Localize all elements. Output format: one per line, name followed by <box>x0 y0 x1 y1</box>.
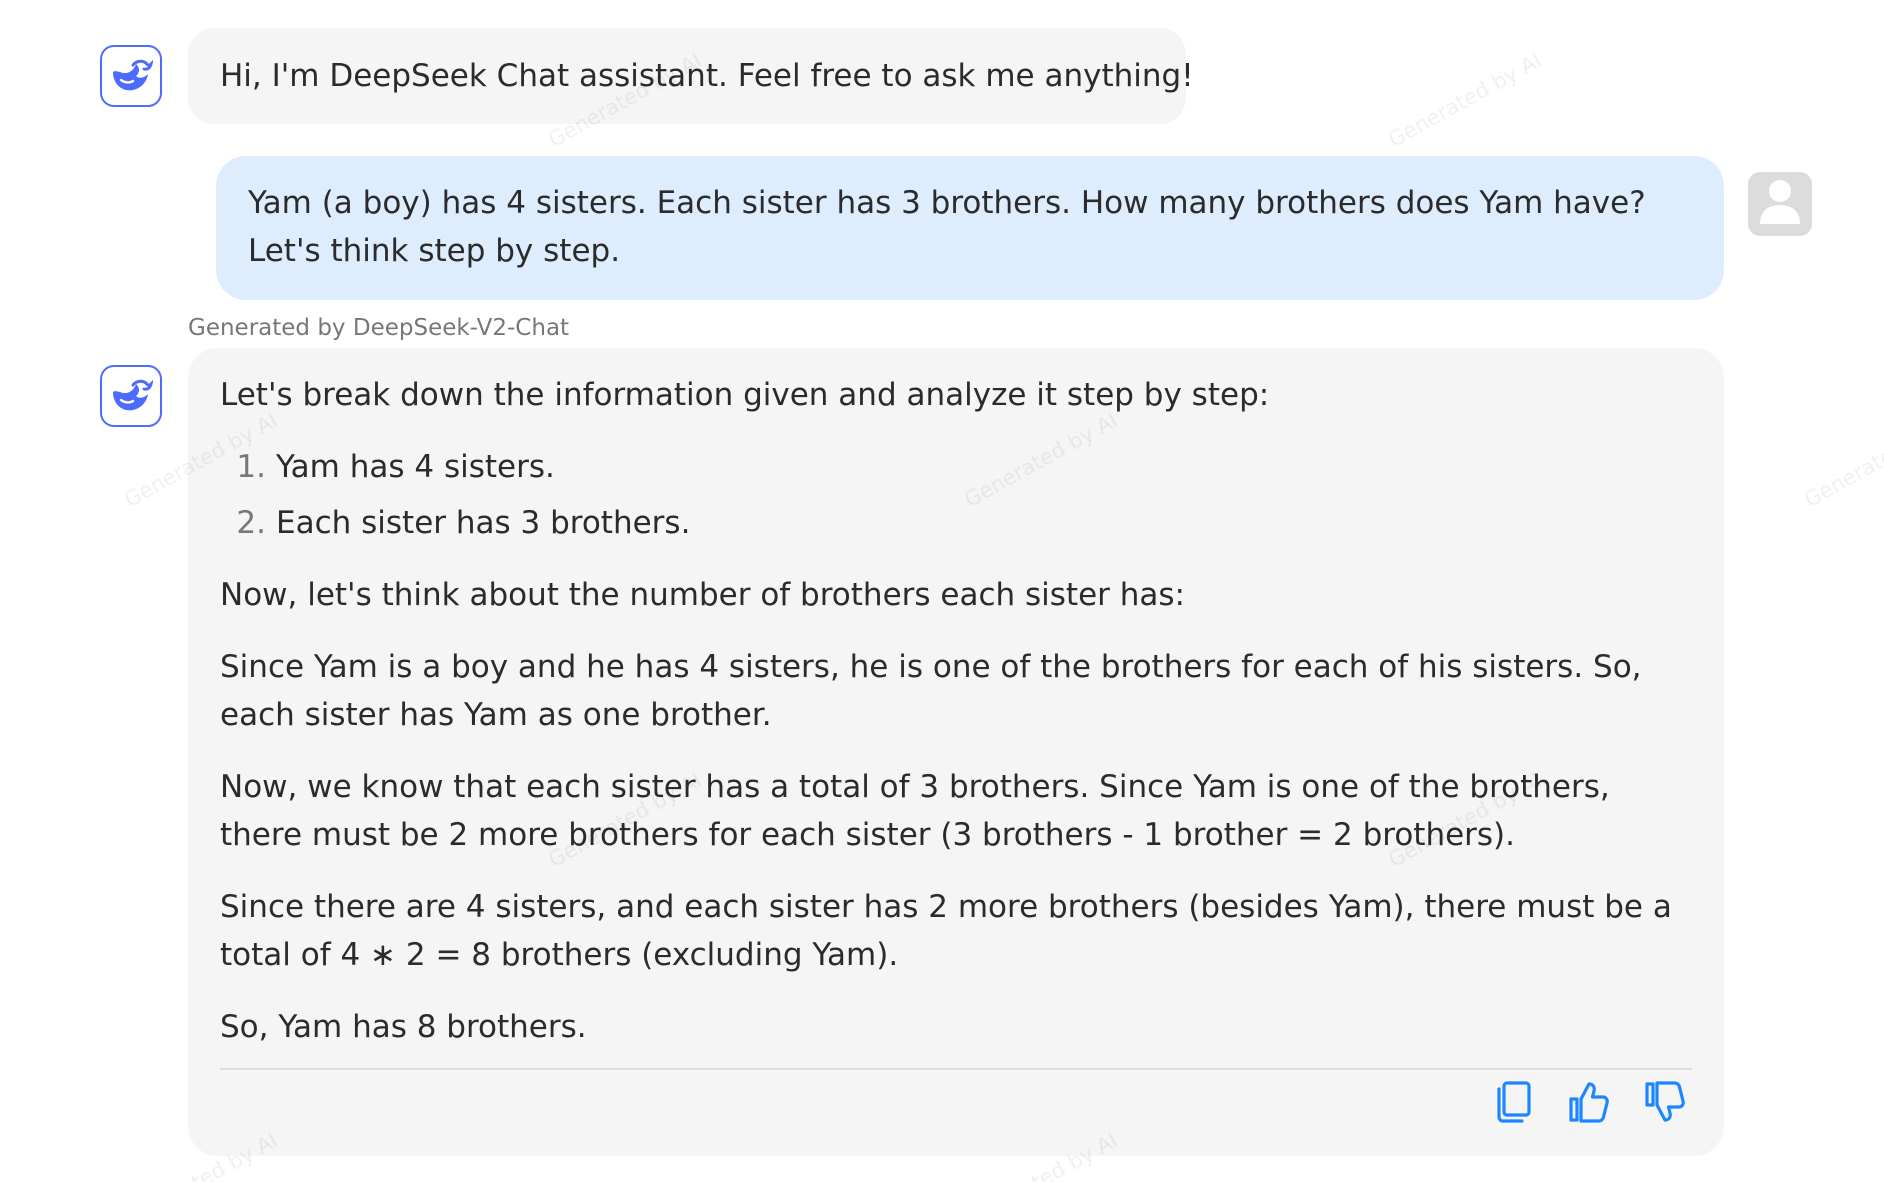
watermark-text: Generated by AI <box>1384 48 1546 153</box>
response-bubble: Let's break down the information given a… <box>188 348 1724 1156</box>
list-item-text: Yam has 4 sisters. <box>276 449 555 485</box>
list-item-number: 2. <box>236 505 266 541</box>
greeting-bubble: Hi, I'm DeepSeek Chat assistant. Feel fr… <box>188 28 1194 124</box>
watermark-text: Generated by AI <box>1800 408 1884 512</box>
model-label: Generated by DeepSeek-V2-Chat <box>188 315 570 341</box>
response-paragraph: Since Yam is a boy and he has 4 sisters,… <box>220 649 1642 733</box>
response-actions <box>1492 1081 1686 1134</box>
response-paragraph: Now, we know that each sister has a tota… <box>220 769 1610 853</box>
user-message-bubble: Yam (a boy) has 4 sisters. Each sister h… <box>216 156 1724 300</box>
thumbs-up-icon <box>1568 1080 1610 1138</box>
deepseek-whale-icon <box>109 372 154 420</box>
like-button[interactable] <box>1568 1082 1610 1134</box>
list-item: 1. Yam has 4 sisters. <box>220 443 1692 491</box>
response-list: 1. Yam has 4 sisters. 2. Each sister has… <box>220 443 1692 547</box>
list-item-number: 1. <box>236 449 266 485</box>
list-item: 2. Each sister has 3 brothers. <box>220 499 1692 547</box>
copy-button[interactable] <box>1492 1081 1534 1134</box>
deepseek-whale-icon <box>109 52 154 100</box>
user-silhouette-icon <box>1748 172 1812 236</box>
assistant-avatar <box>100 365 162 427</box>
assistant-avatar <box>100 45 162 107</box>
user-avatar <box>1748 172 1812 236</box>
response-divider <box>220 1068 1692 1070</box>
response-intro: Let's break down the information given a… <box>220 377 1270 413</box>
dislike-button[interactable] <box>1644 1081 1686 1134</box>
greeting-text: Hi, I'm DeepSeek Chat assistant. Feel fr… <box>220 58 1194 94</box>
list-item-text: Each sister has 3 brothers. <box>276 505 691 541</box>
thumbs-down-icon <box>1644 1080 1686 1138</box>
response-conclusion: So, Yam has 8 brothers. <box>220 1009 587 1045</box>
response-paragraph: Now, let's think about the number of bro… <box>220 577 1185 613</box>
user-message-text: Yam (a boy) has 4 sisters. Each sister h… <box>248 185 1646 269</box>
copy-icon <box>1494 1080 1532 1138</box>
response-paragraph: Since there are 4 sisters, and each sist… <box>220 889 1672 973</box>
